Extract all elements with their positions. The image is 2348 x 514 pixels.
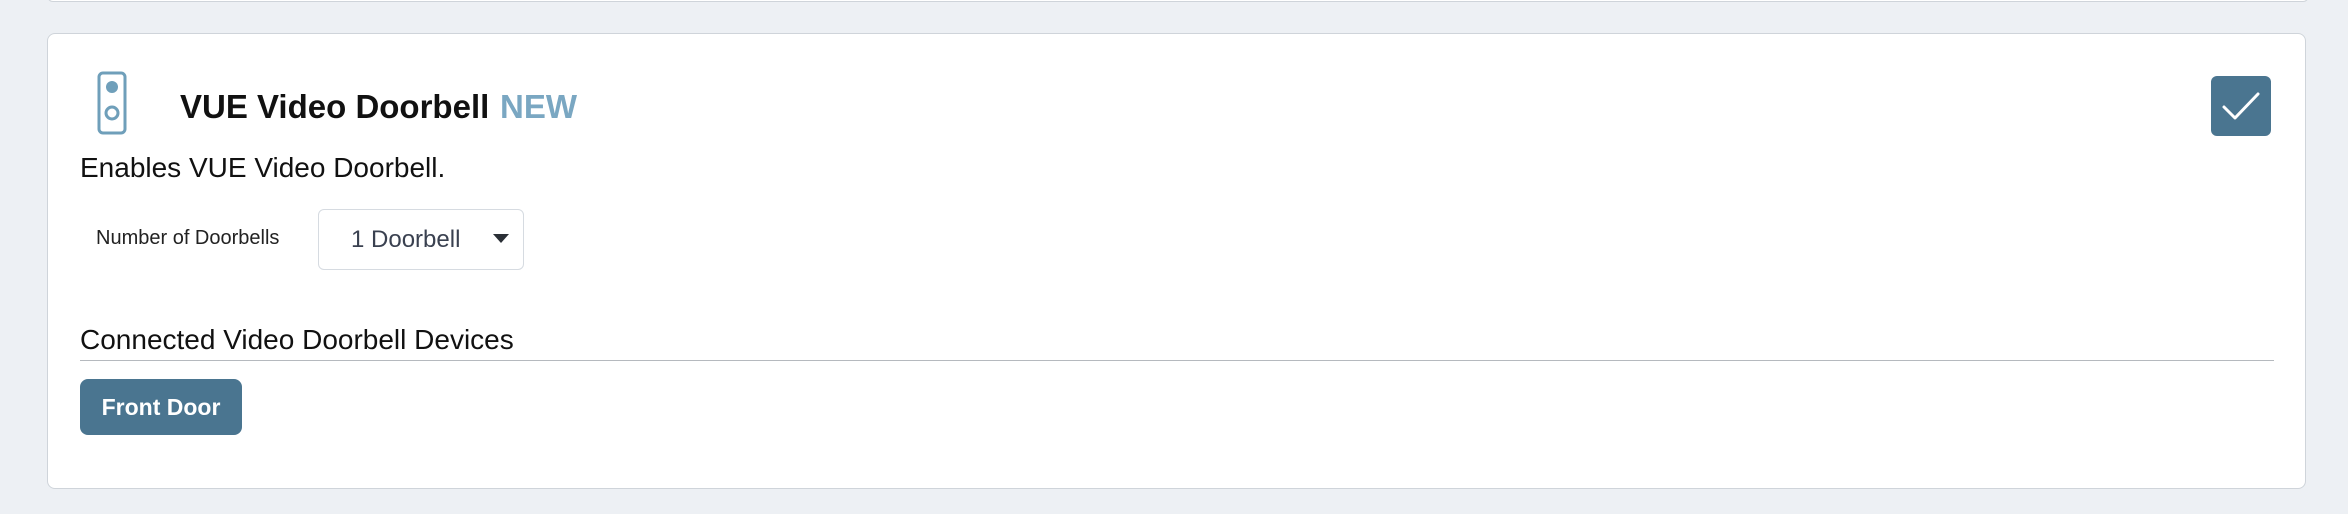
feature-card-vue-video-doorbell: VUE Video Doorbell NEW Enables VUE Video… (47, 33, 2306, 489)
new-badge: NEW (500, 88, 577, 125)
connected-devices-heading: Connected Video Doorbell Devices (80, 324, 514, 355)
checkmark-icon (2222, 92, 2260, 120)
feature-description: Enables VUE Video Doorbell. (80, 152, 446, 183)
previous-feature-card (47, 0, 2309, 2)
section-divider (80, 360, 2274, 361)
doorbell-count-select[interactable]: 1 Doorbell (318, 209, 524, 270)
doorbell-icon (96, 71, 128, 135)
doorbell-count-value: 1 Doorbell (351, 226, 461, 253)
feature-title: VUE Video Doorbell (180, 88, 490, 125)
doorbell-count-label: Number of Doorbells (96, 227, 280, 249)
caret-down-icon (493, 234, 509, 243)
device-button-front-door[interactable]: Front Door (80, 379, 242, 435)
enable-feature-checkbox[interactable] (2211, 76, 2271, 136)
